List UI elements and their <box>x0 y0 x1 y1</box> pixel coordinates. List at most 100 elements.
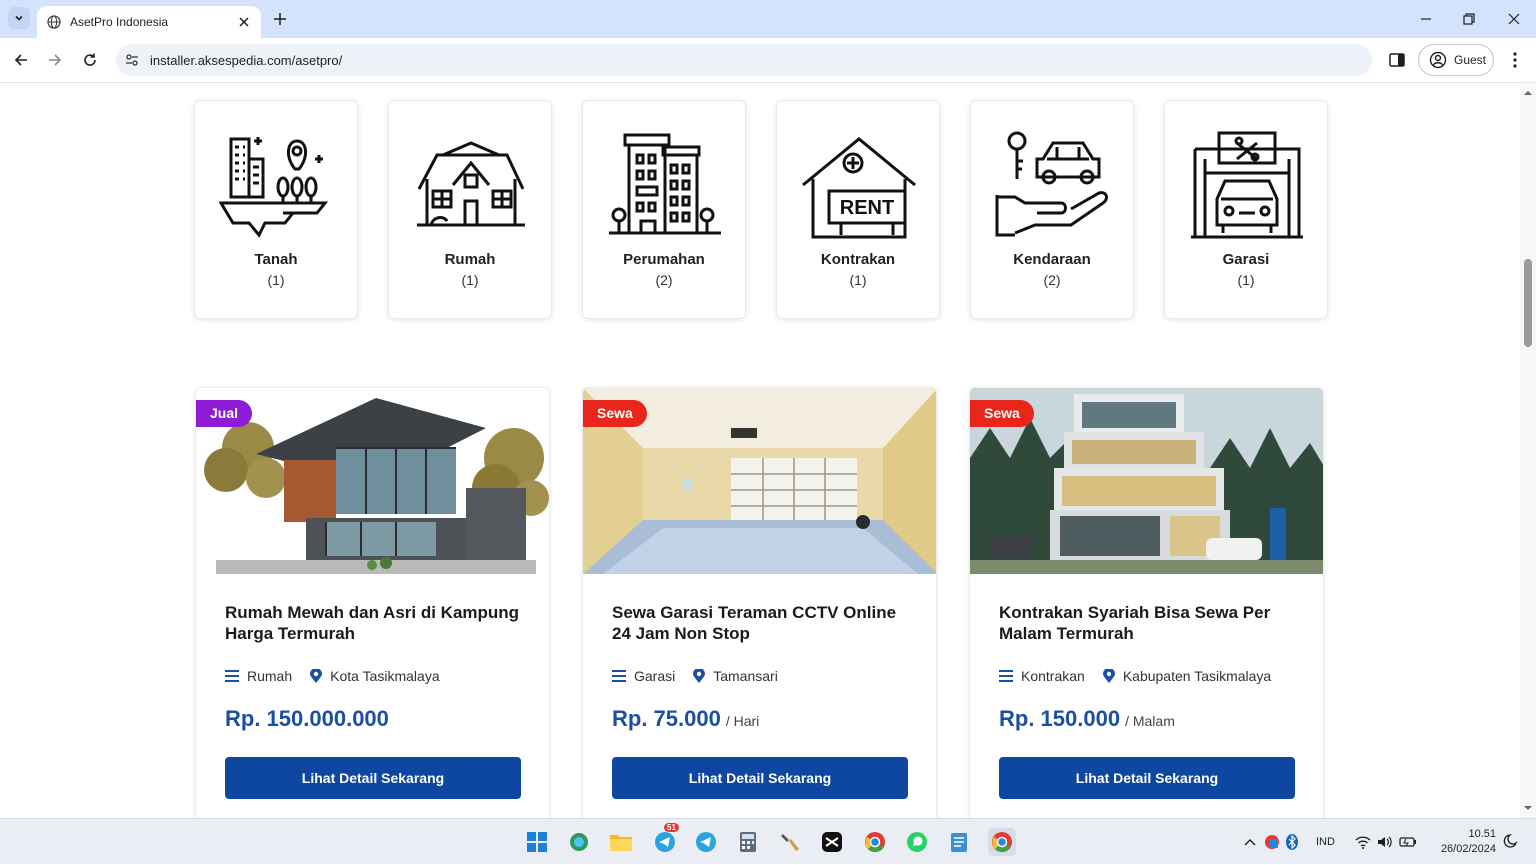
start-button[interactable] <box>524 829 550 855</box>
language-indicator[interactable]: IND <box>1316 836 1335 848</box>
more-vertical-icon <box>1513 52 1517 68</box>
whatsapp-app-icon[interactable] <box>904 829 930 855</box>
wifi-icon[interactable] <box>1355 835 1371 849</box>
bluetooth-icon[interactable] <box>1286 834 1298 850</box>
land-icon <box>219 137 329 238</box>
chrome-app-icon[interactable] <box>862 829 888 855</box>
site-settings-icon[interactable] <box>124 52 140 68</box>
listing-title[interactable]: Kontrakan Syariah Bisa Sewa Per Malam Te… <box>999 602 1299 644</box>
battery-icon[interactable] <box>1399 836 1417 848</box>
location-text: Kabupaten Tasikmalaya <box>1122 668 1272 684</box>
calculator-icon[interactable] <box>735 829 761 855</box>
file-explorer-icon[interactable] <box>608 829 634 855</box>
listing-card[interactable]: Jual Rumah Mewah dan Asri di Kampung Har… <box>195 387 550 818</box>
rent-house-icon: RENT <box>802 137 916 239</box>
map-pin-icon <box>310 668 323 683</box>
listing-badge: Jual <box>196 400 253 427</box>
reload-button[interactable] <box>80 50 100 70</box>
minimize-button[interactable] <box>1415 8 1437 30</box>
listing-meta: Rumah Kota Tasikmalaya <box>225 668 440 684</box>
category-count: (1) <box>849 272 867 288</box>
chevron-up-icon[interactable] <box>1244 837 1256 847</box>
notepad-app-icon[interactable] <box>946 829 972 855</box>
listing-location: Tamansari <box>693 668 778 684</box>
housing-complex-icon <box>609 133 721 235</box>
category-name: Perumahan <box>623 251 705 268</box>
category-name: Kontrakan <box>820 251 896 268</box>
listing-price-row: Rp. 150.000 / Malam <box>999 706 1175 732</box>
category-count: (1) <box>461 272 479 288</box>
restore-button[interactable] <box>1458 8 1480 30</box>
category-card-kontrakan[interactable]: RENT Kontrakan (1) <box>776 100 940 319</box>
listing-category: Kontrakan <box>1021 668 1085 684</box>
page-scrollbar[interactable] <box>1520 83 1536 818</box>
side-panel-icon[interactable] <box>1388 51 1406 69</box>
listing-location: Kabupaten Tasikmalaya <box>1102 668 1272 684</box>
url-text[interactable]: installer.aksespedia.com/asetpro/ <box>150 53 342 68</box>
category-card-perumahan[interactable]: Perumahan (2) <box>582 100 746 319</box>
minimize-icon <box>1421 18 1431 20</box>
listing-price-unit: / Malam <box>1125 713 1175 729</box>
close-tab-icon[interactable] <box>237 15 251 29</box>
scroll-up-icon[interactable] <box>1524 89 1532 97</box>
category-card-kendaraan[interactable]: Kendaraan (2) <box>970 100 1134 319</box>
map-pin-icon <box>1102 668 1115 683</box>
notification-badge: 51 <box>664 823 679 832</box>
location-text: Kota Tasikmalaya <box>330 668 440 684</box>
capcut-app-icon[interactable] <box>819 829 845 855</box>
view-detail-button[interactable]: Lihat Detail Sekarang <box>612 757 908 799</box>
listing-meta: Kontrakan Kabupaten Tasikmalaya <box>999 668 1271 684</box>
scroll-down-icon[interactable] <box>1524 804 1532 812</box>
app-tray-icon[interactable] <box>1264 834 1280 850</box>
listing-meta: Garasi Tamansari <box>612 668 778 684</box>
scrollbar-thumb[interactable] <box>1524 259 1532 347</box>
telegram-desktop-icon[interactable] <box>693 829 719 855</box>
new-tab-button[interactable] <box>271 10 289 28</box>
listing-card[interactable]: Sewa Sewa Garasi Teraman CCTV Online 24 … <box>582 387 937 818</box>
listing-category: Rumah <box>247 668 293 684</box>
close-icon <box>1508 13 1520 25</box>
location-text: Tamansari <box>713 668 778 684</box>
back-button[interactable] <box>11 50 31 70</box>
category-card-garasi[interactable]: Garasi (1) <box>1164 100 1328 319</box>
forward-button[interactable] <box>45 50 65 70</box>
chrome-active-app-icon[interactable] <box>988 828 1016 856</box>
clock-date: 26/02/2024 <box>1440 843 1496 855</box>
address-bar[interactable]: installer.aksespedia.com/asetpro/ <box>116 44 1372 76</box>
system-tray: IND <box>1244 819 1417 865</box>
view-detail-button[interactable]: Lihat Detail Sekarang <box>999 757 1295 799</box>
rent-sign-text: RENT <box>840 197 894 219</box>
view-detail-button[interactable]: Lihat Detail Sekarang <box>225 757 521 799</box>
volume-icon[interactable] <box>1377 835 1393 849</box>
listing-title[interactable]: Rumah Mewah dan Asri di Kampung Harga Te… <box>225 602 525 644</box>
clock-time: 10.51 <box>1468 828 1496 840</box>
vehicle-icon <box>995 131 1108 237</box>
browser-tab[interactable]: AsetPro Indonesia <box>37 6 261 38</box>
edge-app-icon[interactable] <box>566 829 592 855</box>
arrow-right-icon <box>49 54 62 66</box>
tools-app-icon[interactable] <box>777 829 803 855</box>
listing-category: Garasi <box>634 668 676 684</box>
notification-icon[interactable] <box>1502 834 1518 850</box>
taskbar-clock[interactable]: 10.51 26/02/2024 <box>1432 827 1496 857</box>
category-count: (2) <box>1043 272 1061 288</box>
browser-tab-bar: AsetPro Indonesia <box>0 0 1536 38</box>
browser-menu-button[interactable] <box>1506 50 1524 70</box>
chevron-down-icon <box>15 15 23 21</box>
page-viewport: Tanah (1) Rumah (1) Perumahan (2) RENT K… <box>0 83 1536 818</box>
listing-card[interactable]: Sewa Kontrakan Syariah Bisa Sewa Per Mal… <box>969 387 1324 818</box>
tab-search-button[interactable] <box>8 7 30 29</box>
listing-title[interactable]: Sewa Garasi Teraman CCTV Online 24 Jam N… <box>612 602 912 644</box>
profile-button[interactable]: Guest <box>1418 44 1494 76</box>
listing-price-row: Rp. 150.000.000 <box>225 706 394 732</box>
close-window-button[interactable] <box>1503 8 1525 30</box>
category-card-rumah[interactable]: Rumah (1) <box>388 100 552 319</box>
listing-price-unit: / Hari <box>725 713 760 729</box>
category-name: Kendaraan <box>1013 251 1091 268</box>
listing-price: Rp. 150.000.000 <box>225 706 389 731</box>
restore-icon <box>1463 13 1475 25</box>
map-pin-icon <box>693 668 706 683</box>
arrow-left-icon <box>14 54 27 66</box>
category-card-tanah[interactable]: Tanah (1) <box>194 100 358 319</box>
telegram-app-icon[interactable]: 51 <box>652 823 679 855</box>
